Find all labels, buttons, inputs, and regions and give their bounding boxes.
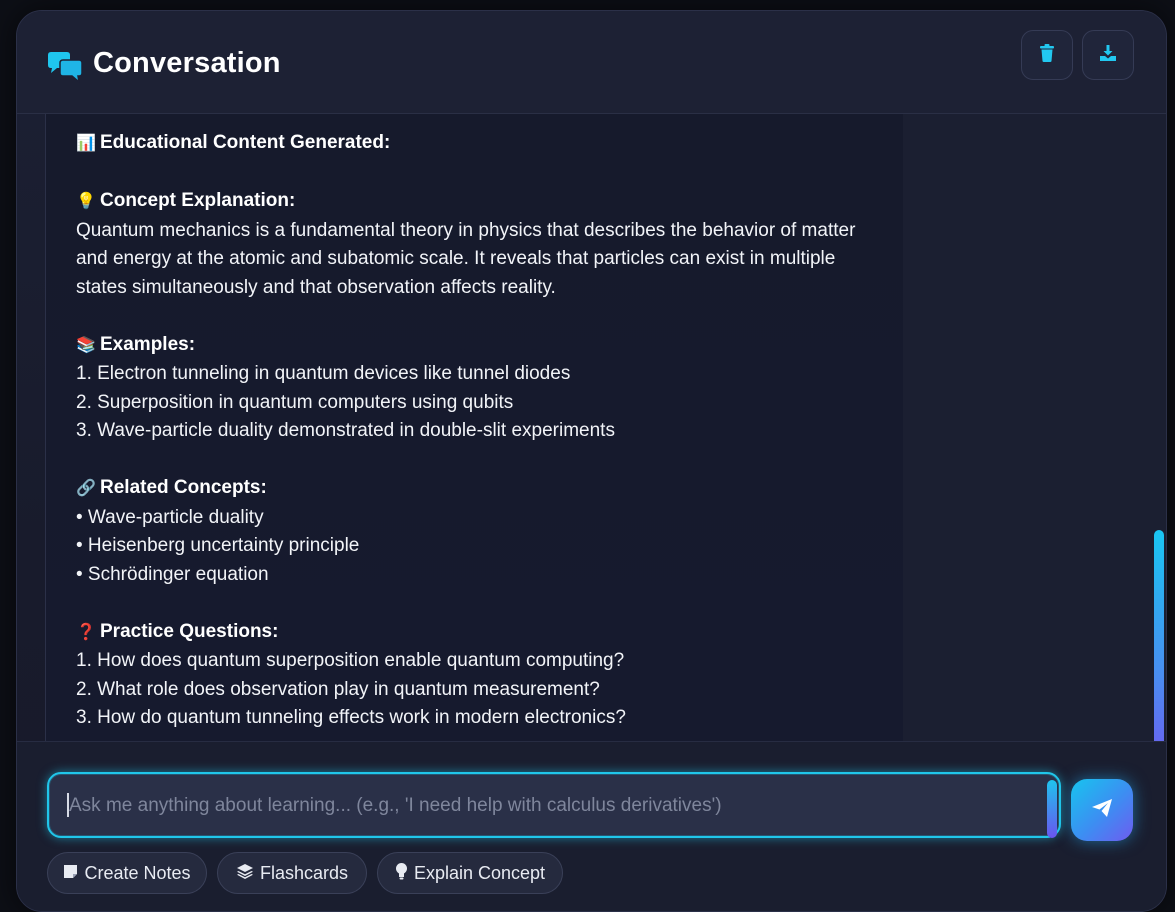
flashcards-label: Flashcards <box>259 862 349 883</box>
trash-icon <box>1039 43 1055 67</box>
list-item: 1. How does quantum superposition enable… <box>76 650 625 671</box>
input-scrollbar[interactable] <box>1047 780 1057 838</box>
list-item: 3. Wave-particle duality demonstrated in… <box>76 420 615 441</box>
lightbulb-icon <box>395 862 408 885</box>
concept-text: Quantum mechanics is a fundamental theor… <box>76 219 856 298</box>
link-icon: 🔗 <box>76 480 96 497</box>
clear-chat-button[interactable] <box>1021 30 1073 80</box>
note-icon <box>63 863 78 884</box>
books-icon: 📚 <box>76 336 96 354</box>
layers-icon <box>236 863 254 884</box>
content-heading: 📊 Educational Content Generated: <box>76 129 896 159</box>
chat-panel: Conversation 📊 Educational Content Gener… <box>16 10 1167 912</box>
list-item: 2. Superposition in quantum computers us… <box>76 391 514 413</box>
list-item: • Wave-particle duality <box>76 506 264 528</box>
message-content: 📊 Educational Content Generated: 💡 Concept… <box>76 129 896 733</box>
paper-plane-icon <box>1091 798 1113 823</box>
list-item: • Schrödinger equation <box>76 563 269 585</box>
explain-concept-button[interactable]: Explain Concept <box>377 852 563 894</box>
message-gutter <box>903 114 1166 745</box>
export-chat-button[interactable] <box>1082 30 1134 80</box>
concept-heading: 💡 Concept Explanation: <box>76 187 896 217</box>
chat-header: Conversation <box>17 11 1166 114</box>
practice-heading: ❓ Practice Questions: <box>76 618 896 648</box>
lightbulb-icon: 💡 <box>76 193 96 210</box>
chat-bubbles-icon <box>45 51 85 85</box>
download-icon <box>1099 44 1117 67</box>
list-item: 3. How do quantum tunneling effects work… <box>76 707 626 728</box>
list-item: 1. Electron tunneling in quantum devices… <box>76 363 571 384</box>
input-placeholder: Ask me anything about learning... (e.g.,… <box>69 795 722 816</box>
message-input[interactable]: Ask me anything about learning... (e.g.,… <box>47 772 1061 838</box>
examples-heading: 📚 Examples: <box>76 331 896 361</box>
send-button[interactable] <box>1071 779 1133 841</box>
related-heading: 🔗 Related Concepts: <box>76 474 896 504</box>
create-notes-label: Create Notes <box>84 862 191 883</box>
explain-concept-label: Explain Concept <box>413 862 546 883</box>
page-title: Conversation <box>93 47 281 79</box>
create-notes-button[interactable]: Create Notes <box>47 852 207 894</box>
flashcards-button[interactable]: Flashcards <box>217 852 367 894</box>
composer: Ask me anything about learning... (e.g.,… <box>17 741 1166 911</box>
question-mark-icon: ❓ <box>76 623 96 641</box>
list-item: 2. What role does observation play in qu… <box>76 678 600 700</box>
bar-chart-icon: 📊 <box>76 135 96 152</box>
list-item: • Heisenberg uncertainty principle <box>76 535 360 556</box>
